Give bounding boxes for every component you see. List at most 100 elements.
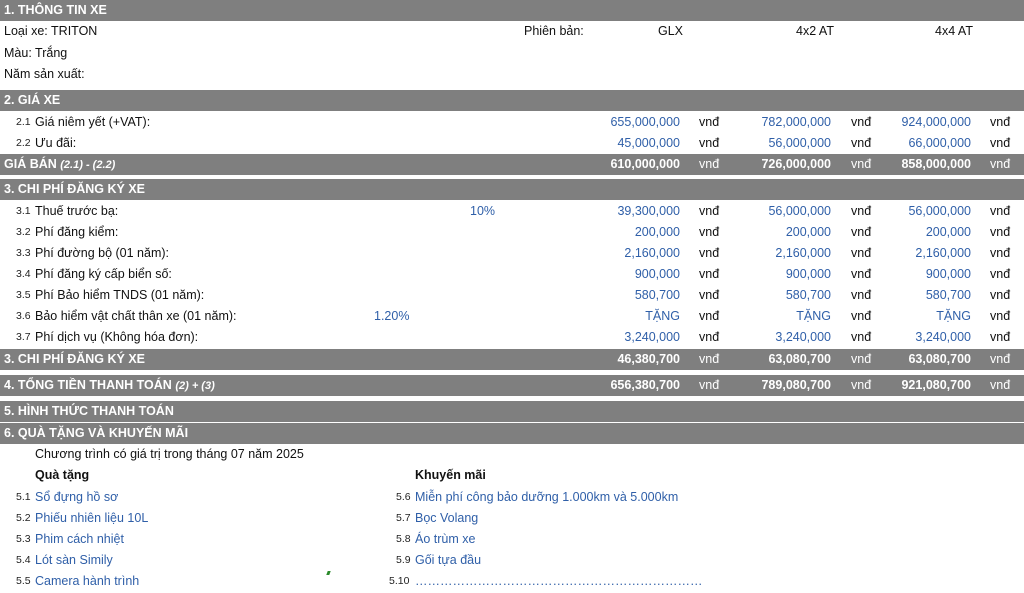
gift-item: Lót sàn Simily (35, 553, 113, 567)
value-glx: 200,000 (634, 225, 680, 239)
value-glx: TẶNG (645, 309, 680, 323)
value-4x4: 2,160,000 (915, 246, 971, 260)
row-number: 3.3 (16, 247, 31, 259)
gift-promo-row: 5.1 Sổ đựng hồ sơ 5.6 Miễn phí công bảo dưỡ… (0, 487, 1024, 508)
promo-item: Gối tựa đầu (415, 553, 482, 567)
value-4x2: 2,160,000 (775, 246, 831, 260)
value-4x2: 56,000,000 (768, 204, 831, 218)
row-label: Ưu đãi: (35, 136, 77, 150)
gift-promo-headers: Quà tặng Khuyến mãi (0, 465, 1024, 486)
rate-value: 10% (470, 204, 496, 218)
section-1-header: 1. THÔNG TIN XE (0, 0, 1024, 21)
section-title: 1. THÔNG TIN XE (4, 3, 107, 17)
value-4x4: 66,000,000 (908, 136, 971, 150)
price-row: 2.1 Giá niêm yết (+VAT): 655,000,000 vnđ… (0, 112, 1024, 133)
registration-fee-row: 3.4 Phí đăng ký cấp biển số: 900,000 vnđ 900… (0, 264, 1024, 285)
promo-number: 5.9 (396, 554, 411, 566)
value-glx: 45,000,000 (617, 136, 680, 150)
sale-price-label: GIÁ BÁN (2.1) - (2.2) (4, 157, 116, 171)
registration-total-row: 3. CHI PHÍ ĐĂNG KÝ XE 46,380,700 vnđ 63,… (0, 349, 1024, 370)
row-number: 2.1 (16, 116, 31, 128)
promo-item: Miễn phí công bảo dưỡng 1.000km và 5.000… (415, 490, 679, 504)
sale-value-4x2: 726,000,000 (761, 157, 831, 171)
vehicle-color: Màu: Trắng (4, 46, 68, 60)
sale-value-glx: 610,000,000 (610, 157, 680, 171)
gift-item: Phiếu nhiên liệu 10L (35, 511, 149, 525)
value-glx: 3,240,000 (624, 330, 680, 344)
row-number: 3.7 (16, 331, 31, 343)
row-label: Phí Bảo hiểm TNDS (01 năm): (35, 288, 205, 302)
promo-item: Áo trùm xe (415, 532, 476, 546)
gift-number: 5.5 (16, 575, 31, 587)
section-title: 5. HÌNH THỨC THANH TOÁN (4, 404, 174, 418)
reg-total-glx: 46,380,700 (617, 352, 680, 366)
grand-total-4x4: 921,080,700 (901, 378, 971, 392)
gift-number: 5.4 (16, 554, 31, 566)
row-label: Giá niêm yết (+VAT): (35, 115, 151, 129)
registration-fee-row: 3.1 Thuế trước bạ: 10% 39,300,000 vnđ 56,000,… (0, 201, 1024, 222)
unit: vnđ (990, 378, 1011, 392)
section-title: 2. GIÁ XE (4, 93, 61, 107)
row-label: Phí đăng kiểm: (35, 225, 119, 239)
gift-item: Phim cách nhiệt (35, 532, 124, 546)
registration-fee-row: 3.6 Bảo hiểm vật chất thân xe (01 năm): 1.… (0, 306, 1024, 327)
value-4x2: 900,000 (785, 267, 831, 281)
promo-item: …………………………………………………………… (415, 574, 703, 588)
version-label: Phiên bản: (524, 24, 584, 38)
sale-value-4x4: 858,000,000 (901, 157, 971, 171)
value-4x2: 56,000,000 (768, 136, 831, 150)
unit: vnđ (990, 288, 1011, 302)
value-4x4: 3,240,000 (915, 330, 971, 344)
unit: vnđ (990, 267, 1011, 281)
section-title: 3. CHI PHÍ ĐĂNG KÝ XE (4, 182, 145, 196)
value-glx: 655,000,000 (610, 115, 680, 129)
gift-number: 5.3 (16, 533, 31, 545)
row-label: Phí dịch vụ (Không hóa đơn): (35, 330, 199, 344)
section-6-header: 6. QUÀ TẶNG VÀ KHUYẾN MÃI (0, 423, 1024, 444)
price-row: 2.2 Ưu đãi: 45,000,000 vnđ 56,000,000 vn… (0, 133, 1024, 154)
reg-total-4x4: 63,080,700 (908, 352, 971, 366)
row-number: 3.2 (16, 226, 31, 238)
version-glx: GLX (658, 24, 684, 38)
gift-number: 5.1 (16, 491, 31, 503)
row-label: Phí đăng ký cấp biển số: (35, 267, 172, 281)
row-number: 3.5 (16, 289, 31, 301)
promo-item: Bọc Volang (415, 511, 479, 525)
value-glx: 580,700 (634, 288, 680, 302)
section-5-header: 5. HÌNH THỨC THANH TOÁN (0, 401, 1024, 422)
registration-total-label: 3. CHI PHÍ ĐĂNG KÝ XE (4, 352, 145, 366)
gift-number: 5.2 (16, 512, 31, 524)
value-4x2: 200,000 (785, 225, 831, 239)
unit: vnđ (990, 157, 1011, 171)
gift-promo-row: 5.5 Camera hành trình 5.10 …………………………………………… (0, 571, 1024, 592)
section-3-header: 3. CHI PHÍ ĐĂNG KÝ XE (0, 179, 1024, 200)
vehicle-year-row: Năm sản xuất: (0, 64, 1024, 85)
grand-total-4x2: 789,080,700 (761, 378, 831, 392)
vehicle-year: Năm sản xuất: (4, 67, 85, 81)
gift-item: Camera hành trình (35, 574, 140, 588)
promo-number: 5.10 (389, 575, 410, 587)
row-number: 2.2 (16, 137, 31, 149)
version-4x2: 4x2 AT (796, 24, 834, 38)
gift-promo-row: 5.4 Lót sàn Simily 5.9 Gối tựa đầu (0, 550, 1024, 571)
vehicle-model: Loại xe: TRITON (4, 24, 98, 38)
unit: vnđ (990, 115, 1011, 129)
row-number: 3.1 (16, 205, 31, 217)
value-4x4: TẶNG (936, 309, 971, 323)
gift-promo-row: 5.3 Phim cách nhiệt 5.8 Áo trùm xe (0, 529, 1024, 550)
vehicle-color-row: Màu: Trắng (0, 43, 1024, 64)
section-2-header: 2. GIÁ XE (0, 90, 1024, 111)
value-4x4: 924,000,000 (901, 115, 971, 129)
promos-header: Khuyến mãi (415, 468, 486, 482)
unit: vnđ (990, 309, 1011, 323)
value-4x2: 3,240,000 (775, 330, 831, 344)
vehicle-model-row: Loại xe: TRITON Phiên bản: GLX 4x2 AT 4x… (0, 21, 1024, 42)
value-4x2: TẶNG (796, 309, 831, 323)
gift-promo-row: 5.2 Phiếu nhiên liệu 10L 5.7 Bọc Volang (0, 508, 1024, 529)
row-number: 3.6 (16, 310, 31, 322)
grand-total-glx: 656,380,700 (610, 378, 680, 392)
unit: vnđ (990, 204, 1011, 218)
value-4x2: 782,000,000 (761, 115, 831, 129)
unit: vnđ (990, 225, 1011, 239)
unit: vnđ (990, 352, 1011, 366)
